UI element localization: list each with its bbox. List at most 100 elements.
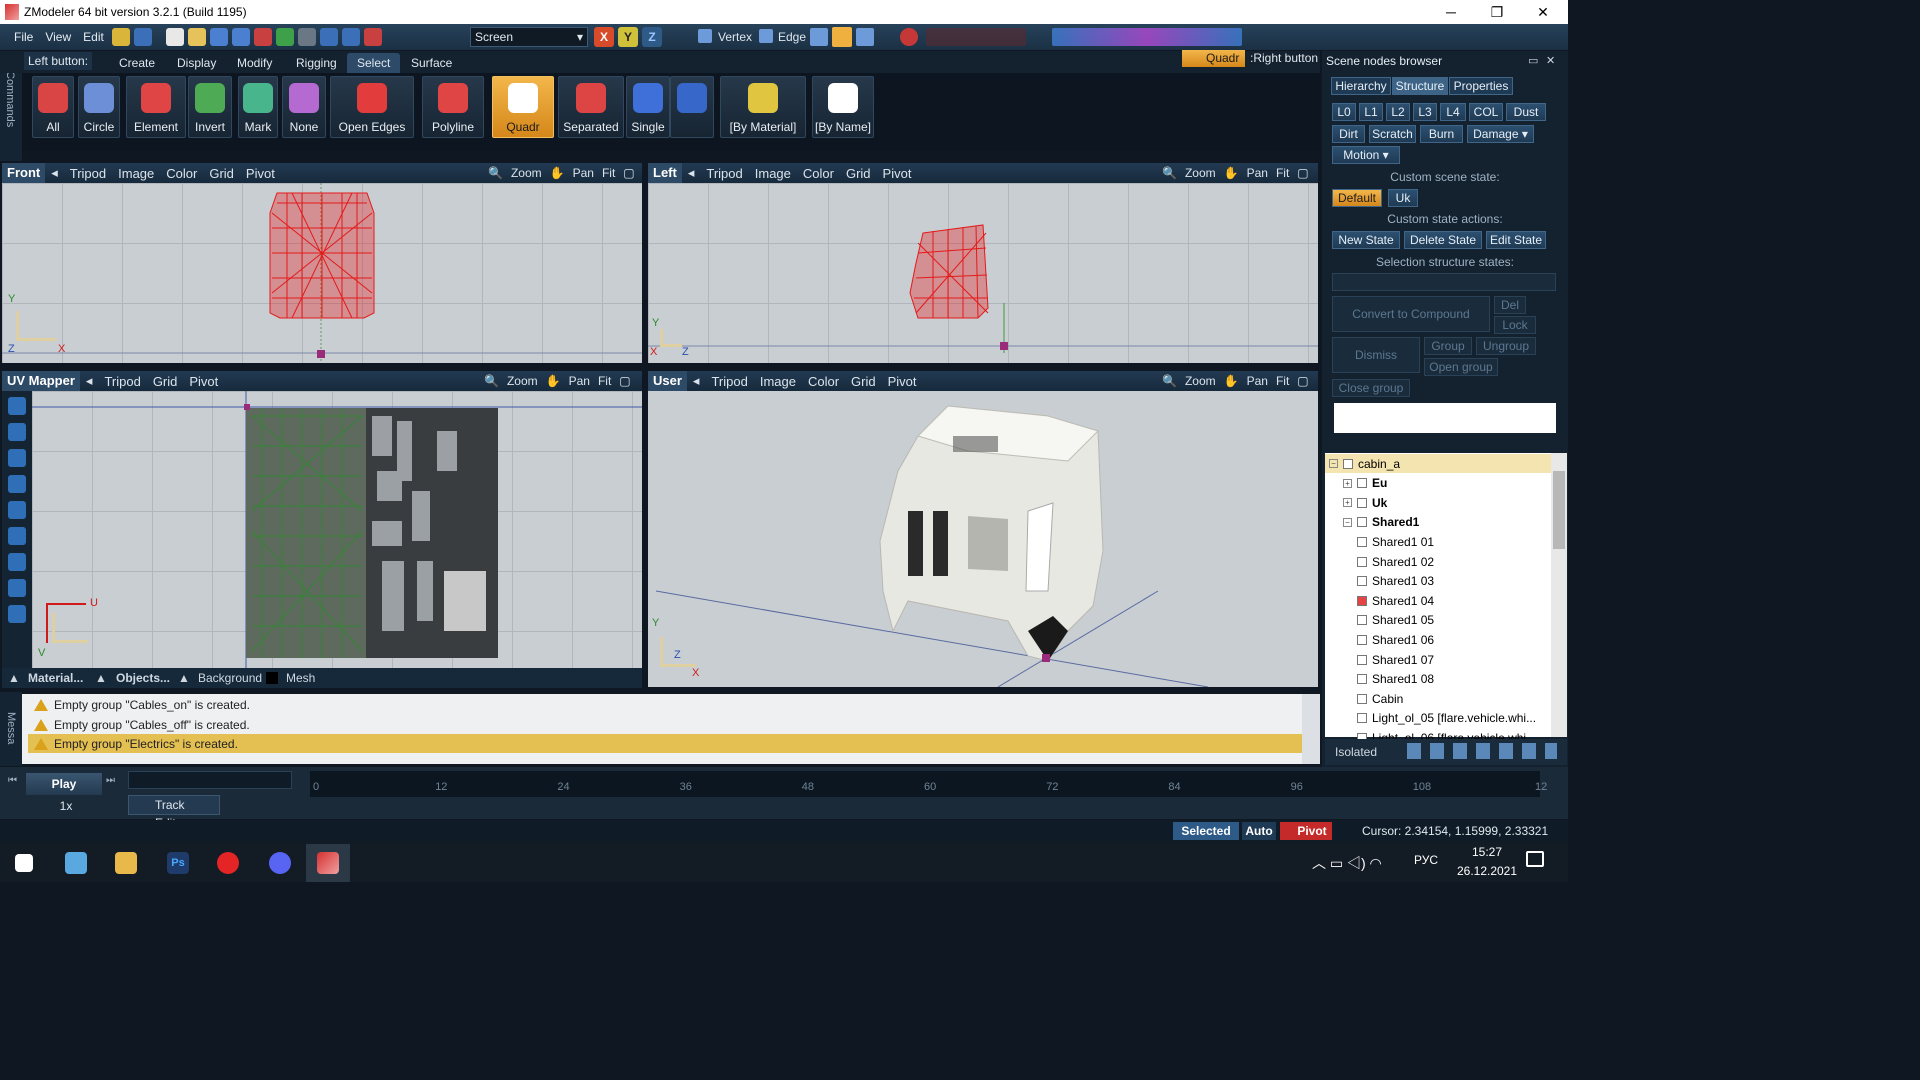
uv-tool-icon[interactable] — [8, 423, 26, 441]
tab-display[interactable]: Display — [167, 53, 226, 73]
arrow-left-icon[interactable]: ◂ — [682, 165, 701, 181]
play-button[interactable]: Play — [26, 773, 102, 795]
import-icon[interactable] — [231, 28, 250, 46]
user-pan-button[interactable]: Pan — [1243, 374, 1272, 388]
face-icon[interactable] — [810, 28, 828, 46]
tree-scrollbar[interactable] — [1551, 453, 1567, 737]
track-combo[interactable] — [128, 771, 292, 789]
clock-time[interactable]: 15:27 — [1462, 845, 1512, 859]
minimize-button[interactable]: ─ — [1428, 0, 1474, 24]
menu-view[interactable]: View — [39, 30, 77, 44]
close-group-button[interactable]: Close group — [1332, 379, 1410, 397]
expand-icon[interactable]: − — [1329, 459, 1338, 468]
left-pan-button[interactable]: Pan — [1243, 166, 1272, 180]
scene-info-field[interactable] — [1334, 403, 1556, 433]
uv-viewport[interactable]: U V — [32, 391, 642, 668]
edge-mode-label[interactable]: Edge — [778, 30, 806, 44]
left-zoom-button[interactable]: Zoom — [1181, 166, 1220, 180]
tab-rigging[interactable]: Rigging — [286, 53, 347, 73]
arrow-left-icon[interactable]: ◂ — [45, 165, 64, 181]
tree-node[interactable]: Shared1 05 — [1357, 611, 1551, 630]
speed-value[interactable]: 1x — [46, 799, 86, 815]
start-button[interactable] — [2, 844, 46, 882]
pan-icon[interactable]: ✋ — [546, 166, 569, 180]
messages-scrollbar[interactable] — [1302, 694, 1320, 764]
uv-fit-button[interactable]: Fit — [594, 374, 615, 388]
left-menu-grid[interactable]: Grid — [840, 166, 877, 181]
uv-zoom-button[interactable]: Zoom — [503, 374, 542, 388]
tab-create[interactable]: Create — [109, 53, 165, 73]
menu-file[interactable]: File — [8, 30, 39, 44]
open-group-button[interactable]: Open group — [1424, 358, 1498, 376]
select-open-edges-button[interactable]: Open Edges — [330, 76, 414, 138]
pan-icon[interactable]: ✋ — [1220, 166, 1243, 180]
maximize-viewport-icon[interactable]: ▢ — [615, 374, 634, 388]
left-menu-color[interactable]: Color — [797, 166, 840, 181]
maximize-viewport-icon[interactable]: ▢ — [1293, 374, 1312, 388]
skip-start-icon[interactable]: ⏮ — [8, 775, 17, 786]
visibility-checkbox[interactable] — [1357, 713, 1367, 724]
zoom-icon[interactable]: 🔍 — [484, 166, 507, 180]
front-zoom-button[interactable]: Zoom — [507, 166, 546, 180]
mode-combo[interactable]: Screen ▾ — [470, 27, 588, 47]
tree-node[interactable]: Shared1 01 — [1357, 532, 1551, 551]
axis-y-toggle-icon[interactable]: Y — [618, 27, 638, 47]
tab-structure[interactable]: Structure — [1392, 77, 1448, 95]
dismiss-button[interactable]: Dismiss — [1332, 337, 1420, 373]
select-by-name-button[interactable]: [By Name] — [812, 76, 874, 138]
tree-node[interactable]: Shared1 04 — [1357, 591, 1551, 610]
tree-node[interactable]: Shared1 07 — [1357, 650, 1551, 669]
visibility-checkbox[interactable] — [1357, 634, 1367, 645]
open-file-icon[interactable] — [187, 28, 206, 46]
front-menu-grid[interactable]: Grid — [203, 166, 240, 181]
snap-tools-icon[interactable] — [926, 28, 1026, 46]
convert-compound-button[interactable]: Convert to Compound — [1332, 296, 1490, 332]
maximize-button[interactable]: ❐ — [1474, 0, 1520, 24]
scrollbar-thumb[interactable] — [1553, 471, 1565, 549]
redo-icon[interactable] — [341, 28, 360, 46]
edit-state-button[interactable]: Edit State — [1486, 231, 1546, 249]
scratch-button[interactable]: Scratch — [1369, 125, 1416, 143]
lod-l1-button[interactable]: L1 — [1359, 103, 1383, 121]
arrow-left-icon[interactable]: ◂ — [687, 373, 706, 389]
arrow-left-icon[interactable]: ◂ — [80, 373, 99, 389]
track-editor-button[interactable]: Track Editor — [128, 795, 220, 830]
user-menu-image[interactable]: Image — [754, 374, 802, 389]
expand-icon[interactable]: + — [1343, 478, 1352, 488]
tab-hierarchy[interactable]: Hierarchy — [1331, 77, 1391, 95]
new-state-button[interactable]: New State — [1332, 231, 1400, 249]
menu-edit[interactable]: Edit — [77, 30, 110, 44]
uv-pan-button[interactable]: Pan — [565, 374, 594, 388]
uv-tool-icon[interactable] — [8, 449, 26, 467]
selected-status[interactable]: Selected — [1173, 822, 1239, 840]
uv-tool-icon[interactable] — [8, 527, 26, 545]
front-menu-image[interactable]: Image — [112, 166, 160, 181]
select-by-material-button[interactable]: [By Material] — [720, 76, 806, 138]
tray-icons[interactable]: ︿ ▭ ◁) ◠ — [1312, 853, 1382, 873]
visibility-checkbox[interactable] — [1357, 478, 1367, 489]
uv-menu-grid[interactable]: Grid — [147, 374, 184, 389]
notifications-icon[interactable] — [1526, 851, 1544, 867]
taskbar-discord-app[interactable] — [258, 844, 302, 882]
globe-icon[interactable] — [275, 28, 294, 46]
tree-node[interactable]: − Shared1 — [1343, 513, 1551, 532]
user-menu-color[interactable]: Color — [802, 374, 845, 389]
tree-node[interactable]: Shared1 03 — [1357, 572, 1551, 591]
select-none-button[interactable]: None — [282, 76, 326, 138]
lod-l2-button[interactable]: L2 — [1386, 103, 1410, 121]
tree-node[interactable]: Shared1 02 — [1357, 552, 1551, 571]
clock-date[interactable]: 26.12.2021 — [1448, 864, 1526, 878]
tab-material[interactable]: Material... — [28, 671, 83, 685]
tree-node[interactable]: Cabin — [1357, 689, 1551, 708]
user-menu-grid[interactable]: Grid — [845, 374, 882, 389]
ungroup-button[interactable]: Ungroup — [1476, 337, 1536, 355]
tree-node[interactable]: + Uk — [1343, 493, 1551, 512]
visibility-checkbox[interactable] — [1357, 595, 1367, 606]
visibility-checkbox[interactable] — [1357, 497, 1367, 508]
front-menu-color[interactable]: Color — [160, 166, 203, 181]
isolated-label[interactable]: Isolated — [1335, 745, 1377, 759]
group-mode-icon[interactable] — [856, 28, 874, 46]
taskbar-opera-app[interactable] — [206, 844, 250, 882]
left-menu-pivot[interactable]: Pivot — [877, 166, 918, 181]
uv-tool-icon[interactable] — [8, 605, 26, 623]
